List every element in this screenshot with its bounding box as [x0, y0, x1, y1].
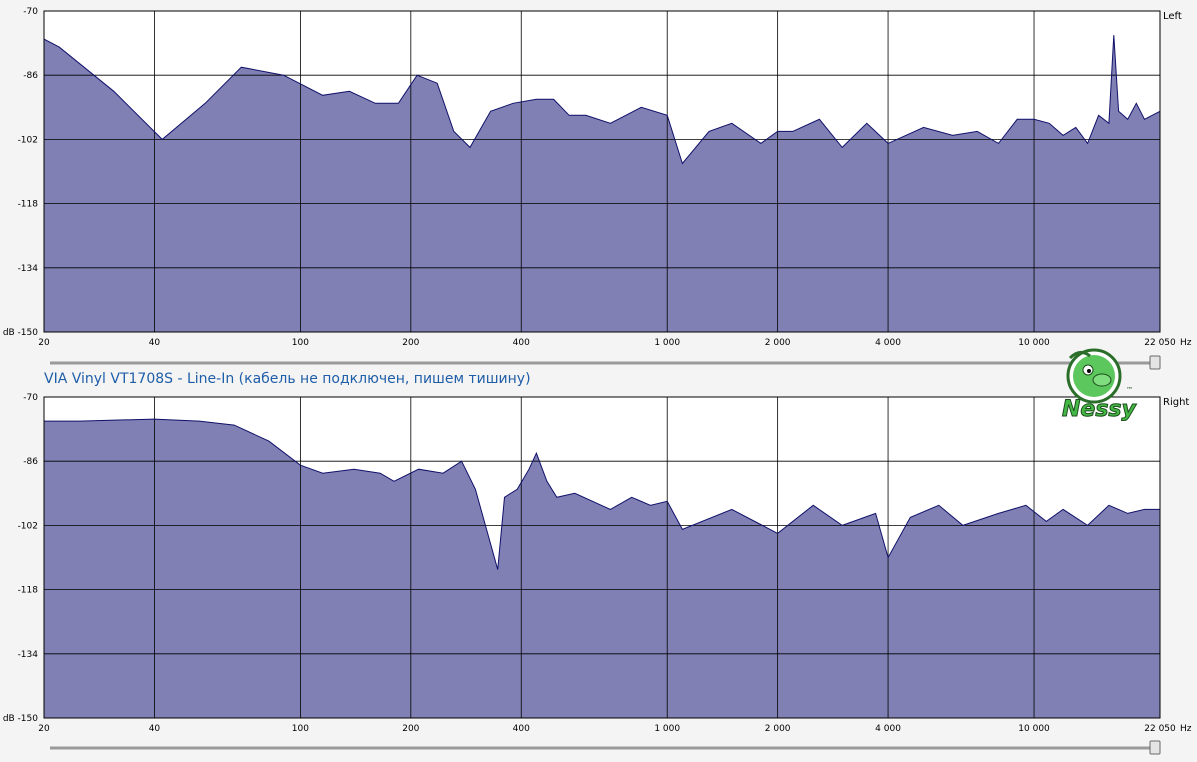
x-tick-label: 22 050 — [1144, 724, 1176, 734]
x-tick-label: 1 000 — [654, 724, 680, 734]
x-tick-label: 40 — [149, 724, 161, 734]
y-tick-label: -70 — [23, 7, 38, 17]
y-tick-label: -102 — [18, 521, 38, 531]
y-tick-label: -86 — [23, 457, 38, 467]
x-tick-label: 400 — [513, 338, 530, 348]
x-tick-label: 2 000 — [765, 338, 791, 348]
x-tick-label: 4 000 — [875, 724, 901, 734]
x-tick-label: 20 — [38, 724, 50, 734]
slider-handle[interactable] — [1149, 355, 1161, 370]
nessy-logo: Nessy ™ — [1062, 348, 1138, 423]
left-channel-chart: -70 -86 -102 -118 -134 dB -15020 40 100 200 400 1 … — [3, 7, 1192, 348]
right-slider[interactable] — [50, 740, 1161, 755]
channel-label: Right — [1163, 397, 1189, 408]
left-slider[interactable] — [50, 355, 1161, 370]
x-tick-label: 4 000 — [875, 338, 901, 348]
y-tick-label: -134 — [18, 264, 39, 274]
logo-trademark: ™ — [1126, 386, 1133, 394]
x-tick-label: 2 000 — [765, 724, 791, 734]
x-tick-label: 20 — [38, 338, 50, 348]
y-tick-label: -102 — [18, 135, 38, 145]
y-tick-label: -118 — [18, 586, 39, 596]
x-unit-label: Hz — [1180, 338, 1192, 348]
channel-label: Left — [1163, 11, 1182, 22]
y-tick-label: dB -150 — [3, 328, 38, 338]
x-tick-label: 22 050 — [1144, 338, 1176, 348]
device-title: VIA Vinyl VT1708S - Line-In (кабель не п… — [44, 371, 531, 387]
y-tick-label: -118 — [18, 200, 39, 210]
x-tick-label: 40 — [149, 338, 161, 348]
x-tick-label: 10 000 — [1018, 724, 1050, 734]
x-tick-label: 10 000 — [1018, 338, 1050, 348]
x-tick-label: 100 — [292, 338, 309, 348]
x-tick-label: 200 — [402, 338, 419, 348]
right-channel-chart: -70 -86 -102 -118 -134 dB -15020 40 100 200 400 1 … — [3, 393, 1192, 734]
x-tick-label: 400 — [513, 724, 530, 734]
y-tick-label: -86 — [23, 71, 38, 81]
logo-text: Nessy — [1062, 397, 1138, 422]
x-tick-label: 200 — [402, 724, 419, 734]
x-tick-label: 1 000 — [654, 338, 680, 348]
x-unit-label: Hz — [1180, 724, 1192, 734]
x-tick-label: 100 — [292, 724, 309, 734]
y-tick-label: -134 — [18, 650, 39, 660]
slider-handle[interactable] — [1149, 740, 1161, 755]
y-tick-label: -70 — [23, 393, 38, 403]
y-tick-label: dB -150 — [3, 714, 38, 724]
